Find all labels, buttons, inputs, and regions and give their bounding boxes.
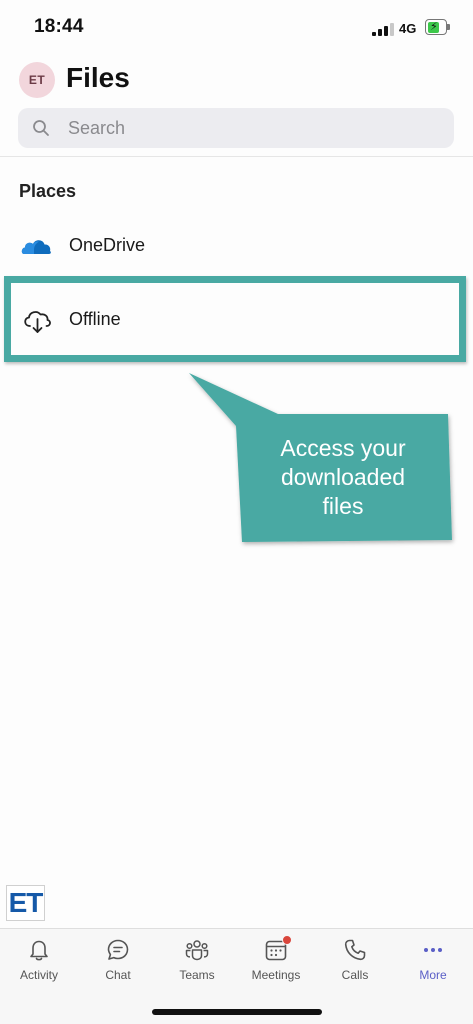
place-item-onedrive[interactable]: OneDrive [0, 216, 473, 276]
et-logo: ET [6, 885, 45, 921]
tab-more-label: More [419, 968, 447, 982]
callout-text: Access your downloaded files [246, 434, 440, 521]
callout-line-2: downloaded [280, 464, 406, 490]
tab-calls-label: Calls [341, 968, 369, 982]
tab-teams[interactable]: Teams [158, 937, 236, 987]
status-time: 18:44 [34, 16, 84, 37]
cellular-signal-icon [372, 22, 394, 36]
tab-more[interactable]: More [394, 937, 472, 987]
et-logo-text: ET [8, 887, 44, 918]
search-bar[interactable] [18, 108, 454, 148]
tab-calls[interactable]: Calls [316, 937, 394, 987]
tab-meetings[interactable]: Meetings [237, 935, 315, 987]
tab-activity-label: Activity [19, 968, 58, 982]
more-icon [424, 948, 442, 952]
offline-label: Offline [69, 309, 121, 329]
tab-chat[interactable]: Chat [79, 937, 157, 987]
tab-activity[interactable]: Activity [0, 937, 78, 987]
header-divider [0, 156, 473, 157]
home-indicator[interactable] [152, 1009, 322, 1015]
teams-icon [185, 940, 209, 961]
avatar[interactable]: ET [19, 62, 55, 98]
phone-icon [344, 939, 366, 961]
search-input[interactable] [68, 108, 438, 148]
callout-line-3: files [322, 493, 364, 519]
callout-line-1: Access your [280, 435, 406, 461]
tab-teams-label: Teams [179, 968, 215, 982]
tab-meetings-label: Meetings [251, 968, 301, 982]
avatar-initials: ET [28, 73, 46, 87]
bell-icon [30, 940, 48, 961]
meetings-badge [282, 935, 292, 945]
onedrive-label: OneDrive [69, 235, 146, 255]
places-heading: Places [19, 181, 77, 201]
onedrive-cloud-icon [21, 240, 51, 254]
network-type: 4G [399, 21, 417, 36]
battery-icon: ⚡ [425, 19, 450, 35]
place-item-offline[interactable]: Offline [0, 290, 473, 350]
status-bar: 18:44 4G ⚡ [0, 0, 473, 50]
page-title: Files [66, 62, 130, 93]
cloud-download-icon [24, 311, 51, 333]
chat-icon [107, 939, 129, 960]
search-icon [33, 120, 49, 136]
tab-chat-label: Chat [105, 968, 131, 982]
